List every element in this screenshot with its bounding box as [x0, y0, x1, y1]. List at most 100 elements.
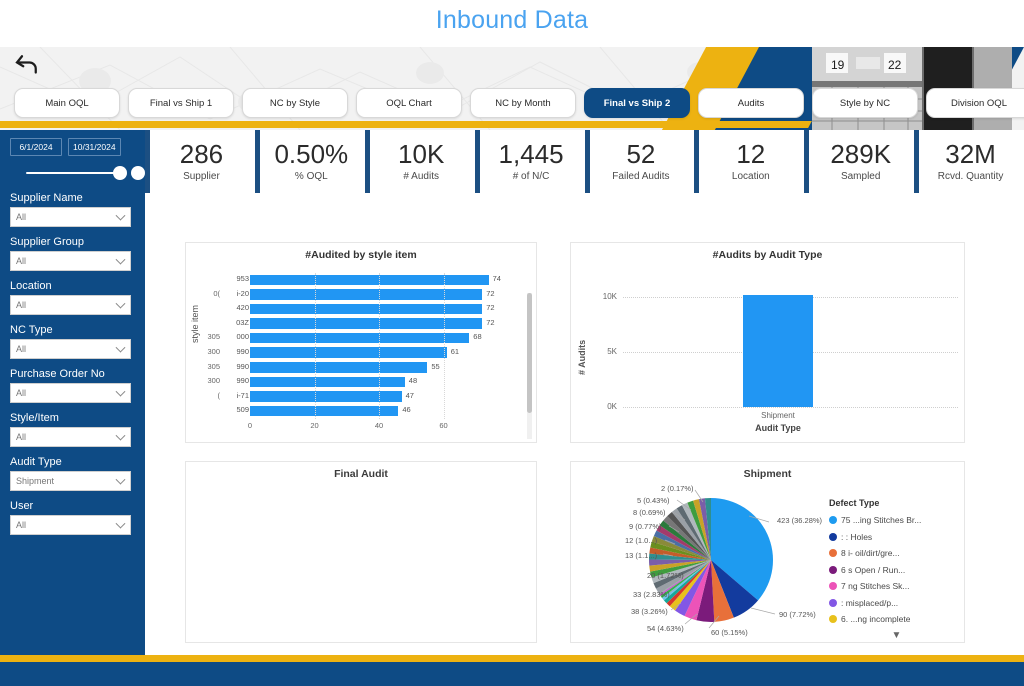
filter-purchase-order-no: Purchase Order No All [10, 368, 137, 403]
legend-item[interactable]: 6 s Open / Run... [829, 562, 964, 579]
tab-nc-by-month[interactable]: NC by Month [470, 88, 576, 118]
bar-category-label: 300 990 [204, 375, 250, 390]
bar-category-suffix: i-71 [236, 390, 249, 400]
legend-label: : : Holes [841, 531, 873, 542]
bar-category-suffix: 509 [236, 405, 249, 415]
bar-fill[interactable] [250, 405, 399, 417]
bar-row[interactable]: 300 990 61 [204, 346, 524, 361]
bar-track: 48 [250, 375, 524, 390]
kpi-card-location: 12 Location [694, 130, 803, 193]
bar-fill[interactable] [250, 362, 428, 373]
pie-leader-line [750, 607, 776, 615]
kpi-value: 286 [179, 138, 224, 169]
filter-select-audit-type[interactable]: Shipment [10, 471, 131, 491]
bar-row[interactable]: 509 46 [204, 404, 524, 419]
bar-category-label: 03Z [204, 317, 250, 332]
legend-item[interactable]: 7 ng Stitches Sk... [829, 578, 964, 595]
report-canvas: #Audited by style item style item 953 74 0… [145, 193, 1024, 655]
tab-nc-by-style[interactable]: NC by Style [242, 88, 348, 118]
bar-fill[interactable] [250, 303, 483, 315]
pie-slice-label: 33 (2.83%) [633, 590, 670, 599]
bar-category-prefix: 0( [213, 288, 220, 298]
bar-row[interactable]: 03Z 72 [204, 317, 524, 332]
kpi-card--of-n-c: 1,445 # of N/C [474, 130, 583, 193]
kpi-label: Rcvd. Quantity [937, 171, 1004, 183]
bar-category-label: 300 990 [204, 346, 250, 361]
legend-item[interactable]: 75 ...ing Stitches Br... [829, 512, 964, 529]
chevron-down-icon [115, 210, 126, 221]
bar-row[interactable]: 420 72 [204, 302, 524, 317]
bar-chart-scrollbar-thumb[interactable] [527, 293, 532, 413]
filter-value-purchase-order-no: All [16, 388, 27, 398]
date-range-slider[interactable] [10, 164, 145, 182]
filter-style-item: Style/Item All [10, 412, 137, 447]
tab-final-vs-ship-1[interactable]: Final vs Ship 1 [128, 88, 234, 118]
filter-value-supplier-group: All [16, 256, 27, 266]
legend-item[interactable]: : : Holes [829, 529, 964, 546]
bar-fill[interactable] [250, 274, 489, 285]
legend-label: 75 ...ing Stitches Br... [841, 515, 922, 526]
filter-select-purchase-order-no[interactable]: All [10, 383, 131, 403]
date-from-field[interactable]: 6/1/2024 [10, 138, 62, 156]
filter-select-supplier-group[interactable]: All [10, 251, 131, 271]
filter-label-purchase-order-no: Purchase Order No [10, 368, 105, 380]
bar-row[interactable]: (i-71 47 [204, 390, 524, 405]
tab-oql-chart[interactable]: OQL Chart [356, 88, 462, 118]
chevron-down-icon[interactable]: ▼ [829, 630, 964, 641]
bar-category-prefix: 300 [207, 346, 220, 356]
bar-fill[interactable] [250, 347, 447, 358]
column-y-tick: 0K [607, 402, 617, 411]
back-arrow-icon[interactable] [12, 50, 42, 80]
bar-row[interactable]: 953 74 [204, 273, 524, 288]
bar-fill[interactable] [250, 318, 483, 329]
slider-handle-start[interactable] [113, 166, 127, 180]
defect-type-legend: Defect Type 75 ...ing Stitches Br...: : … [829, 498, 964, 641]
bar-track: 72 [250, 317, 524, 332]
filter-select-supplier-name[interactable]: All [10, 207, 131, 227]
bar-fill[interactable] [250, 332, 470, 344]
legend-item[interactable]: : misplaced/p... [829, 595, 964, 612]
filter-select-style-item[interactable]: All [10, 427, 131, 447]
tab-style-by-nc[interactable]: Style by NC [812, 88, 918, 118]
tab-division-oql[interactable]: Division OQL [926, 88, 1024, 118]
date-to-field[interactable]: 10/31/2024 [68, 138, 121, 156]
chevron-down-icon [115, 254, 126, 265]
column-x-category: Shipment [761, 411, 795, 420]
filter-select-user[interactable]: All [10, 515, 131, 535]
column-y-tick: 10K [602, 292, 617, 302]
kpi-card-supplier: 286 Supplier [145, 130, 253, 193]
bar-row[interactable]: 300 990 48 [204, 375, 524, 390]
tab-final-vs-ship-2[interactable]: Final vs Ship 2 [584, 88, 690, 118]
tab-audits[interactable]: Audits [698, 88, 804, 118]
tab-main-oql[interactable]: Main OQL [14, 88, 120, 118]
pie-slice-label: 90 (7.72%) [779, 610, 816, 619]
kpi-label: Failed Audits [612, 171, 670, 183]
bar-fill[interactable] [250, 289, 483, 300]
shipment-pie-title: Shipment [743, 468, 792, 480]
column-bar[interactable] [743, 295, 813, 407]
legend-item[interactable]: 6. ...ng incomplete [829, 611, 964, 628]
bar-row[interactable]: 305 000 68 [204, 331, 524, 346]
bar-gridline [379, 273, 380, 419]
svg-text:22: 22 [888, 58, 902, 72]
column-chart-y-axis-title: # Audits [577, 339, 587, 375]
pie-slice-label: 54 (4.63%) [647, 624, 684, 633]
bar-row[interactable]: 305 990 55 [204, 361, 524, 376]
bar-row[interactable]: 0(i-20 72 [204, 288, 524, 303]
date-range-row: 6/1/2024 10/31/2024 [10, 138, 137, 156]
filter-select-location[interactable]: All [10, 295, 131, 315]
bar-track: 72 [250, 288, 524, 303]
bar-fill[interactable] [250, 376, 405, 388]
legend-color-swatch [829, 516, 837, 525]
pie-slice-label: 12 (1.0...) [625, 536, 658, 545]
bar-track: 68 [250, 331, 524, 346]
final-audit-title: Final Audit [334, 468, 388, 480]
legend-item[interactable]: 8 i- oil/dirt/gre... [829, 545, 964, 562]
bar-value-label: 46 [402, 405, 411, 415]
audits-by-audit-type-card: #Audits by Audit Type # Audits 0K 5K 10K Sh… [570, 242, 965, 443]
bar-value-label: 72 [486, 303, 495, 313]
bar-value-label: 55 [431, 361, 440, 371]
filter-select-nc-type[interactable]: All [10, 339, 131, 359]
chevron-down-icon [115, 342, 126, 353]
slider-handle-end[interactable] [131, 166, 145, 180]
